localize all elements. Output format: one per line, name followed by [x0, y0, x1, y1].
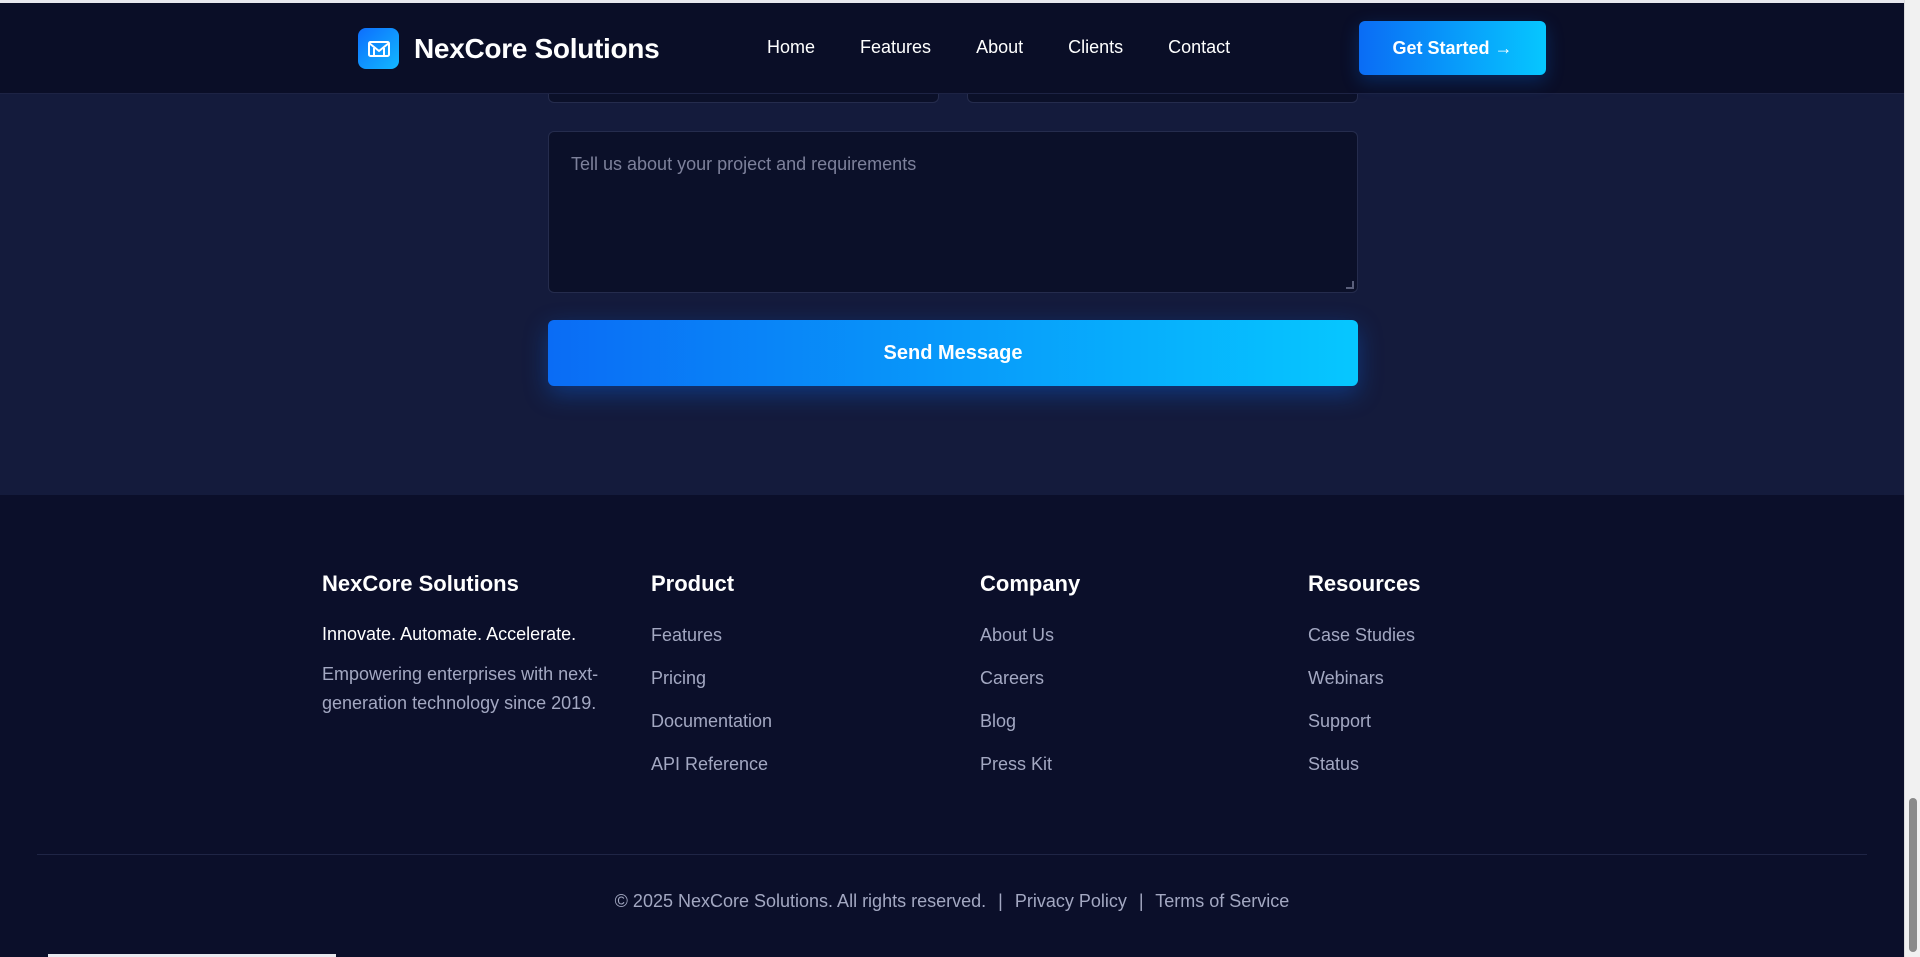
footer-divider	[37, 854, 1867, 855]
footer-tagline: Innovate. Automate. Accelerate.	[322, 624, 577, 644]
footer-link-support[interactable]: Support	[1308, 710, 1421, 733]
footer-resources-column: Resources Case Studies Webinars Support …	[1308, 571, 1421, 796]
m-logo-icon	[358, 28, 399, 69]
footer-link-status[interactable]: Status	[1308, 753, 1421, 776]
footer-link-webinars[interactable]: Webinars	[1308, 667, 1421, 690]
separator: |	[1138, 891, 1144, 911]
message-placeholder: Tell us about your project and requireme…	[571, 154, 917, 174]
resize-handle-icon[interactable]	[1346, 281, 1354, 289]
separator: |	[998, 891, 1003, 911]
nav-contact[interactable]: Contact	[1168, 37, 1230, 58]
nav-clients[interactable]: Clients	[1068, 37, 1123, 58]
footer-link-pricing[interactable]: Pricing	[651, 667, 772, 690]
message-textarea[interactable]: Tell us about your project and requireme…	[548, 131, 1358, 293]
scrollbar-thumb[interactable]	[1909, 798, 1917, 952]
footer-link-documentation[interactable]: Documentation	[651, 710, 772, 733]
nav-home[interactable]: Home	[767, 37, 815, 58]
footer-link-api-reference[interactable]: API Reference	[651, 753, 772, 776]
nav-about[interactable]: About	[976, 37, 1023, 58]
brand-name: NexCore Solutions	[414, 32, 660, 64]
footer-link-case-studies[interactable]: Case Studies	[1308, 624, 1421, 647]
footer-resources-title: Resources	[1308, 571, 1421, 596]
footer-link-careers[interactable]: Careers	[980, 667, 1080, 690]
footer-brand-title: NexCore Solutions	[322, 571, 519, 596]
site-header: NexCore Solutions Home Features About Cl…	[0, 3, 1904, 94]
footer-brand-column: NexCore Solutions Innovate. Automate. Ac…	[322, 571, 612, 718]
privacy-policy-link[interactable]: Privacy Policy	[1015, 891, 1127, 911]
copyright-text: © 2025 NexCore Solutions. All rights res…	[614, 891, 987, 911]
site-footer: NexCore Solutions Innovate. Automate. Ac…	[0, 495, 1904, 957]
footer-product-title: Product	[651, 571, 735, 596]
page-scrollbar[interactable]	[1904, 0, 1920, 957]
footer-link-press-kit[interactable]: Press Kit	[980, 753, 1080, 776]
footer-product-column: Product Features Pricing Documentation A…	[651, 571, 772, 796]
terms-of-service-link[interactable]: Terms of Service	[1155, 891, 1289, 911]
footer-link-about-us[interactable]: About Us	[980, 624, 1080, 647]
footer-bottom-bar: © 2025 NexCore Solutions. All rights res…	[0, 891, 1904, 912]
send-message-button[interactable]: Send Message	[548, 320, 1358, 386]
footer-link-blog[interactable]: Blog	[980, 710, 1080, 733]
footer-company-column: Company About Us Careers Blog Press Kit	[980, 571, 1080, 796]
brand-logo[interactable]: NexCore Solutions	[358, 28, 660, 69]
footer-link-features[interactable]: Features	[651, 624, 772, 647]
contact-form-section: Tell us about your project and requireme…	[0, 84, 1904, 495]
main-nav: Home Features About Clients Contact	[767, 37, 1275, 58]
get-started-button[interactable]: Get Started →	[1359, 21, 1546, 75]
footer-description: Empowering enterprises with next-generat…	[322, 664, 599, 713]
footer-company-title: Company	[980, 571, 1081, 596]
nav-features[interactable]: Features	[860, 37, 931, 58]
